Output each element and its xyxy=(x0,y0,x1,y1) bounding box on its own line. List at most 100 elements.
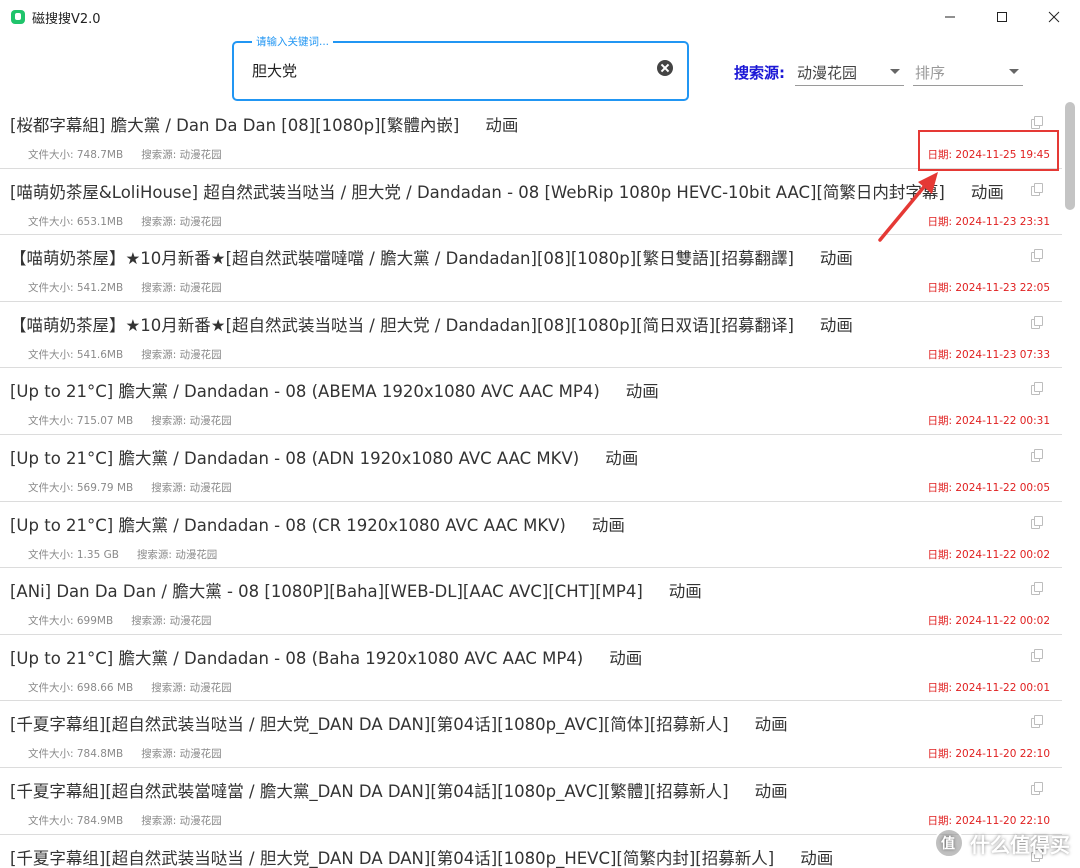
chevron-down-icon xyxy=(890,69,900,74)
copy-icon[interactable] xyxy=(1031,715,1043,729)
result-meta: 文件大小: 715.07 MB 搜索源: 动漫花园 xyxy=(28,413,232,428)
result-size: 文件大小: 569.79 MB xyxy=(28,481,134,494)
result-date: 日期: 2024-11-22 00:31 xyxy=(927,415,1051,428)
result-source: 搜索源: 动漫花园 xyxy=(141,215,222,228)
result-size: 文件大小: 1.35 GB xyxy=(28,548,119,561)
annotation-arrow-icon xyxy=(878,172,938,242)
copy-icon[interactable] xyxy=(1031,781,1043,795)
result-category: 动画 xyxy=(819,249,853,269)
result-row[interactable]: [千夏字幕組][超自然武裝當噠當 / 膽大黨_DAN DA DAN][第04話]… xyxy=(0,768,1062,835)
watermark-text: 什么值得买 xyxy=(970,832,1070,857)
result-title: 【喵萌奶茶屋】★10月新番★[超自然武裝噹噠噹 / 膽大黨 / Dandadan… xyxy=(10,249,853,269)
result-meta: 文件大小: 1.35 GB 搜索源: 动漫花园 xyxy=(28,547,217,562)
result-category: 动画 xyxy=(754,715,788,735)
result-source: 搜索源: 动漫花园 xyxy=(141,748,222,761)
result-source: 搜索源: 动漫花园 xyxy=(141,149,222,161)
copy-icon[interactable] xyxy=(1031,249,1043,263)
result-size: 文件大小: 698.66 MB xyxy=(28,681,134,694)
result-meta: 文件大小: 699MB 搜索源: 动漫花园 xyxy=(28,613,212,628)
copy-icon[interactable] xyxy=(1031,648,1043,662)
result-category: 动画 xyxy=(668,582,702,602)
result-row[interactable]: [Up to 21°C] 膽大黨 / Dandadan - 08 (ABEMA … xyxy=(0,368,1062,435)
copy-icon[interactable] xyxy=(1031,515,1043,529)
window-title: 磁搜搜V2.0 xyxy=(32,11,101,27)
result-category: 动画 xyxy=(970,182,1004,202)
result-size: 文件大小: 653.1MB xyxy=(28,215,124,228)
result-meta: 文件大小: 784.9MB 搜索源: 动漫花园 xyxy=(28,813,222,828)
result-meta: 文件大小: 541.6MB 搜索源: 动漫花园 xyxy=(28,347,222,362)
result-title: [桜都字幕組] 膽大黨 / Dan Da Dan [08][1080p][繁體內… xyxy=(10,116,519,135)
sort-select-placeholder: 排序 xyxy=(915,64,946,82)
search-input[interactable] xyxy=(252,61,632,79)
result-title: 【喵萌奶茶屋】★10月新番★[超自然武装当哒当 / 胆大党 / Dandadan… xyxy=(10,315,853,335)
result-size: 文件大小: 748.7MB xyxy=(28,149,124,161)
result-row[interactable]: [ANi] Dan Da Dan / 膽大黨 - 08 [1080P][Baha… xyxy=(0,568,1062,635)
result-date: 日期: 2024-11-23 22:05 xyxy=(927,282,1051,295)
window-controls xyxy=(924,0,1080,34)
sort-select[interactable]: 排序 xyxy=(913,58,1023,86)
result-source: 搜索源: 动漫花园 xyxy=(141,348,222,361)
result-meta: 文件大小: 784.8MB 搜索源: 动漫花园 xyxy=(28,746,222,761)
title-bar: 磁搜搜V2.0 xyxy=(0,0,1080,34)
app-logo-icon xyxy=(11,10,25,24)
source-label: 搜索源: xyxy=(734,64,785,82)
result-title: [喵萌奶茶屋&LoliHouse] 超自然武装当哒当 / 胆大党 / Danda… xyxy=(10,182,1004,202)
result-date: 日期: 2024-11-23 07:33 xyxy=(927,348,1051,361)
result-date: 日期: 2024-11-20 22:10 xyxy=(927,748,1051,761)
maximize-button[interactable] xyxy=(976,0,1028,34)
result-title: [千夏字幕組][超自然武裝當噠當 / 膽大黨_DAN DA DAN][第04話]… xyxy=(10,781,788,801)
copy-icon[interactable] xyxy=(1031,315,1043,329)
result-row[interactable]: 【喵萌奶茶屋】★10月新番★[超自然武装当哒当 / 胆大党 / Dandadan… xyxy=(0,302,1062,369)
result-meta: 文件大小: 748.7MB 搜索源: 动漫花园 xyxy=(28,147,222,162)
result-size: 文件大小: 784.9MB xyxy=(28,814,124,827)
result-title: [ANi] Dan Da Dan / 膽大黨 - 08 [1080P][Baha… xyxy=(10,582,702,602)
result-source: 搜索源: 动漫花园 xyxy=(131,615,212,628)
result-meta: 文件大小: 698.66 MB 搜索源: 动漫花园 xyxy=(28,680,232,695)
result-category: 动画 xyxy=(800,848,834,868)
result-title: [Up to 21°C] 膽大黨 / Dandadan - 08 (ABEMA … xyxy=(10,382,659,402)
result-source: 搜索源: 动漫花园 xyxy=(151,415,232,428)
result-row[interactable]: [千夏字幕组][超自然武装当哒当 / 胆大党_DAN DA DAN][第04话]… xyxy=(0,835,1062,868)
result-meta: 文件大小: 541.2MB 搜索源: 动漫花园 xyxy=(28,280,222,295)
minimize-button[interactable] xyxy=(924,0,976,34)
search-field[interactable]: 请输入关键词... xyxy=(232,35,689,101)
result-row[interactable]: [千夏字幕组][超自然武装当哒当 / 胆大党_DAN DA DAN][第04话]… xyxy=(0,701,1062,768)
result-source: 搜索源: 动漫花园 xyxy=(151,481,232,494)
result-date: 日期: 2024-11-22 00:05 xyxy=(927,481,1051,494)
chevron-down-icon xyxy=(1009,69,1019,74)
scroll-thumb[interactable] xyxy=(1065,102,1075,210)
watermark-logo-icon xyxy=(934,828,964,858)
minimize-icon xyxy=(945,16,955,18)
close-button[interactable] xyxy=(1028,0,1080,34)
result-category: 动画 xyxy=(819,315,853,335)
clear-search-icon[interactable] xyxy=(657,60,673,76)
watermark: 什么值得买 xyxy=(934,828,1070,858)
result-meta: 文件大小: 569.79 MB 搜索源: 动漫花园 xyxy=(28,480,232,495)
copy-icon[interactable] xyxy=(1031,582,1043,596)
copy-icon[interactable] xyxy=(1031,182,1043,196)
copy-icon[interactable] xyxy=(1031,382,1043,396)
result-category: 动画 xyxy=(591,515,625,535)
source-select-value: 动漫花园 xyxy=(797,64,858,82)
result-row[interactable]: [Up to 21°C] 膽大黨 / Dandadan - 08 (ADN 19… xyxy=(0,435,1062,502)
result-date: 日期: 2024-11-22 00:02 xyxy=(927,548,1051,561)
maximize-icon xyxy=(997,12,1007,22)
result-source: 搜索源: 动漫花园 xyxy=(136,548,218,561)
result-row[interactable]: [Up to 21°C] 膽大黨 / Dandadan - 08 (CR 192… xyxy=(0,502,1062,569)
close-icon xyxy=(1048,11,1060,23)
copy-icon[interactable] xyxy=(1031,116,1043,129)
result-row[interactable]: [Up to 21°C] 膽大黨 / Dandadan - 08 (Baha 1… xyxy=(0,635,1062,702)
result-row[interactable]: [桜都字幕組] 膽大黨 / Dan Da Dan [08][1080p][繁體內… xyxy=(0,102,1062,169)
result-size: 文件大小: 784.8MB xyxy=(28,748,124,761)
result-size: 文件大小: 699MB xyxy=(28,615,114,628)
result-size: 文件大小: 715.07 MB xyxy=(28,415,134,428)
result-title: [千夏字幕组][超自然武装当哒当 / 胆大党_DAN DA DAN][第04话]… xyxy=(10,715,788,735)
result-title: [Up to 21°C] 膽大黨 / Dandadan - 08 (CR 192… xyxy=(10,515,625,535)
result-date: 日期: 2024-11-20 22:10 xyxy=(927,814,1051,827)
source-select[interactable]: 动漫花园 xyxy=(795,58,904,86)
scrollbar[interactable] xyxy=(1062,102,1080,868)
result-title: [千夏字幕组][超自然武装当哒当 / 胆大党_DAN DA DAN][第04话]… xyxy=(10,848,834,868)
result-meta: 文件大小: 653.1MB 搜索源: 动漫花园 xyxy=(28,214,222,229)
copy-icon[interactable] xyxy=(1031,448,1043,462)
result-source: 搜索源: 动漫花园 xyxy=(141,282,222,295)
